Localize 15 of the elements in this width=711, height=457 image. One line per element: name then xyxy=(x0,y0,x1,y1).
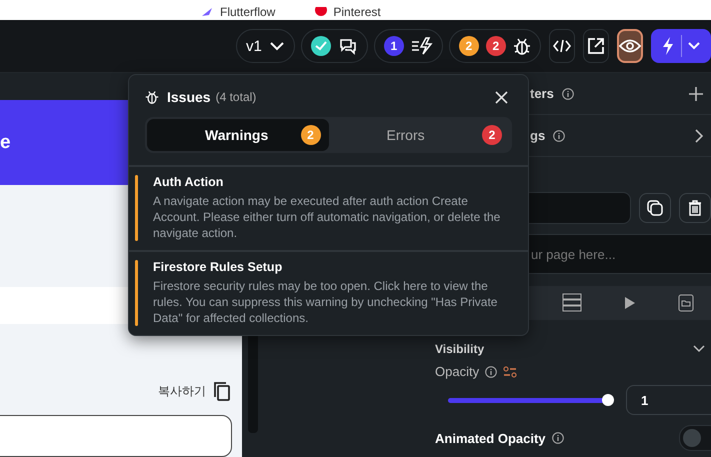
popup-title: Issues xyxy=(167,89,211,105)
section-title: Visibility xyxy=(435,342,484,356)
issue-message: Firestore security rules may be too open. Click here to view the rules. You can suppress this warning by unchecking "Has Private Data" for affected collections. xyxy=(153,278,498,326)
field-label: Opacity xyxy=(435,364,480,379)
error-count-badge: 2 xyxy=(486,36,506,56)
issue-total: (4 total) xyxy=(216,90,256,104)
warning-count-badge: 2 xyxy=(458,36,479,56)
copy-label: 복사하기 xyxy=(158,383,206,400)
issue-title: Auth Action xyxy=(153,175,224,189)
section-label: ters xyxy=(530,86,554,101)
header-title: e xyxy=(0,132,11,154)
issue-title: Firestore Rules Setup xyxy=(153,260,284,274)
field-label: Animated Opacity xyxy=(435,430,546,446)
count-badge: 1 xyxy=(384,36,404,56)
section-label: gs xyxy=(530,128,546,143)
